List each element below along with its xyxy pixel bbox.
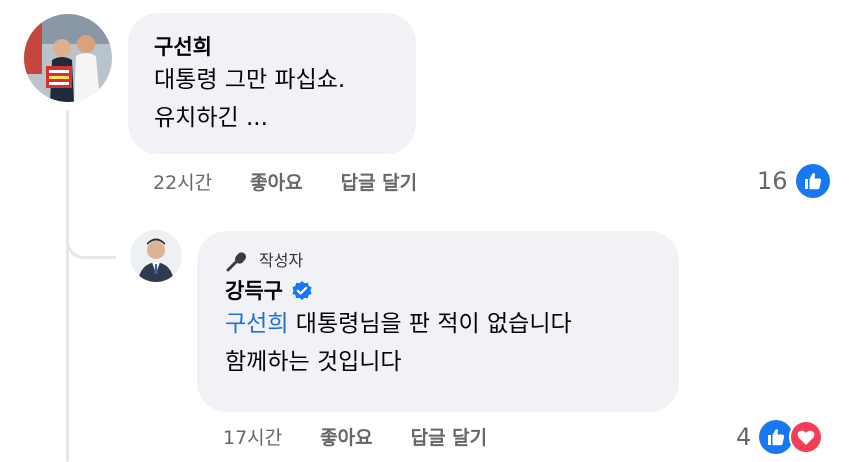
avatar[interactable] bbox=[130, 230, 182, 282]
thread-line bbox=[66, 110, 69, 462]
reaction-summary[interactable]: 4 bbox=[736, 420, 824, 454]
author-badge-label: 작성자 bbox=[259, 251, 304, 270]
like-icon bbox=[759, 420, 794, 454]
like-button[interactable]: 좋아요 bbox=[320, 425, 372, 451]
verified-badge-icon bbox=[291, 280, 313, 302]
comment-bubble: 구선희 대통령 그만 파십쇼. 유치하긴 ... bbox=[128, 13, 416, 154]
comment-line: 함께하는 것입니다 bbox=[225, 349, 402, 375]
comment-author-name[interactable]: 강득구 bbox=[225, 277, 283, 305]
comment-timestamp[interactable]: 17시간 bbox=[223, 425, 282, 451]
avatar[interactable] bbox=[24, 14, 112, 102]
comment-actions: 17시간 좋아요 답글 달기 bbox=[223, 425, 525, 451]
comment-line: 유치하긴 ... bbox=[154, 105, 268, 131]
author-badge: 작성자 bbox=[225, 249, 651, 273]
comment-author: 강득구 bbox=[225, 277, 651, 305]
reaction-count: 4 bbox=[736, 423, 752, 451]
reaction-count: 16 bbox=[757, 167, 788, 195]
reply-connector bbox=[66, 215, 116, 259]
comment-timestamp[interactable]: 22시간 bbox=[153, 170, 212, 196]
like-button[interactable]: 좋아요 bbox=[250, 170, 302, 196]
comment-line: 구선희 대통령님을 판 적이 없습니다 bbox=[225, 305, 651, 343]
avatar-photo bbox=[130, 230, 182, 282]
reaction-summary[interactable]: 16 bbox=[757, 164, 830, 198]
comment-author[interactable]: 구선희 bbox=[154, 33, 390, 61]
like-icon bbox=[795, 164, 830, 198]
microphone-icon bbox=[226, 252, 246, 272]
comment-bubble: 작성자 강득구 구선희 대통령님을 판 적이 없습니다 함께하는 것입니다 bbox=[197, 231, 679, 412]
avatar-photo bbox=[24, 14, 112, 102]
mention-link[interactable]: 구선희 bbox=[225, 311, 288, 337]
reply-button[interactable]: 답글 달기 bbox=[411, 425, 488, 451]
comment-line: 대통령 그만 파십쇼. bbox=[154, 67, 346, 93]
love-icon bbox=[789, 420, 824, 454]
comment-actions: 22시간 좋아요 답글 달기 bbox=[153, 170, 455, 196]
comment-text: 대통령님을 판 적이 없습니다 bbox=[288, 311, 572, 337]
reply-button[interactable]: 답글 달기 bbox=[341, 170, 418, 196]
